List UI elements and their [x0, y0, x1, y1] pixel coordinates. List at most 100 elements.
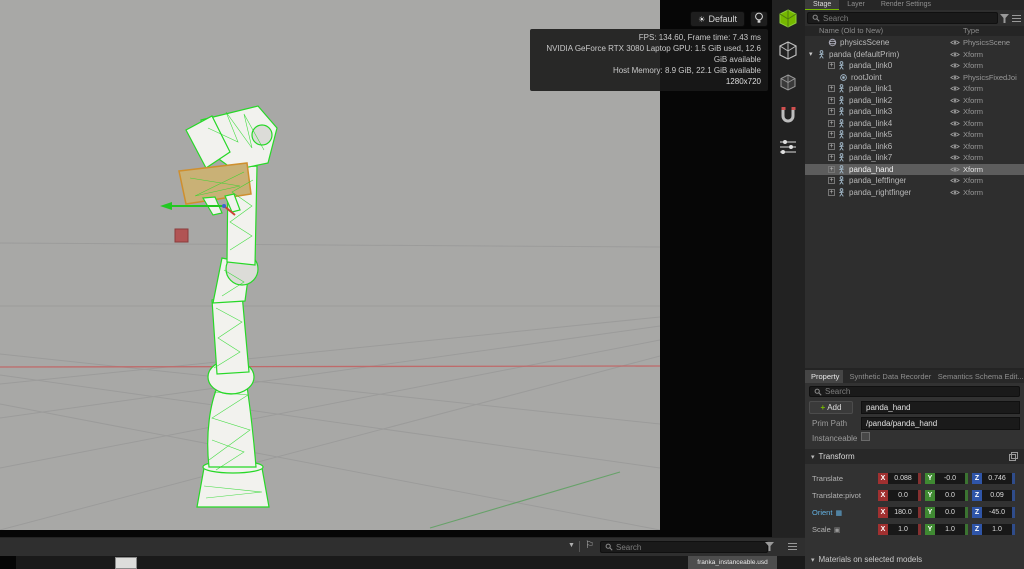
prim-name-label[interactable]: panda_rightfinger	[849, 188, 911, 197]
visibility-eye-icon[interactable]	[950, 143, 960, 150]
copy-properties-icon[interactable]	[1009, 452, 1018, 461]
expand-plus-icon[interactable]: +	[828, 62, 835, 70]
collapse-caret-icon[interactable]: ▾	[811, 557, 815, 564]
stage-tree-row[interactable]: + rootJoint PhysicsFixedJoi	[805, 72, 1024, 84]
column-name[interactable]: Name (Old to New)	[819, 26, 883, 36]
translate-y-value[interactable]: -0.0	[935, 473, 965, 484]
stage-filter-funnel-icon[interactable]	[1000, 14, 1009, 23]
visibility-eye-icon[interactable]	[950, 62, 960, 69]
snap-magnet-icon[interactable]	[777, 104, 799, 126]
column-type[interactable]: Type	[963, 26, 979, 36]
axis-y-handle[interactable]	[965, 524, 968, 535]
prim-name-label[interactable]: panda_link1	[849, 84, 892, 93]
isaac-cube-icon[interactable]	[777, 8, 799, 30]
expand-plus-icon[interactable]: +	[828, 165, 835, 173]
expand-plus-icon[interactable]: +	[828, 85, 835, 93]
visibility-eye-icon[interactable]	[950, 166, 960, 173]
expand-plus-icon[interactable]: +	[828, 154, 835, 162]
expand-plus-icon[interactable]: +	[828, 142, 835, 150]
caret-down-icon[interactable]: ▼	[568, 542, 575, 549]
content-search-field[interactable]	[616, 542, 746, 552]
visibility-eye-icon[interactable]	[950, 85, 960, 92]
visibility-eye-icon[interactable]	[950, 189, 960, 196]
prim-name-label[interactable]: physicsScene	[840, 38, 889, 47]
prim-name-label[interactable]: panda_link3	[849, 107, 892, 116]
prim-name-label[interactable]: panda_link6	[849, 142, 892, 151]
prim-name-field[interactable]	[861, 401, 1020, 414]
property-search-field[interactable]	[825, 387, 989, 396]
visibility-eye-icon[interactable]	[950, 108, 960, 115]
expand-plus-icon[interactable]: +	[828, 108, 835, 116]
prim-name-label[interactable]: panda_link4	[849, 119, 892, 128]
axis-x-handle[interactable]	[918, 524, 921, 535]
tab-synthetic-data-recorder[interactable]: Synthetic Data Recorder	[843, 370, 931, 383]
transform-section-header[interactable]: ▾ Transform	[805, 449, 1024, 464]
content-view-options-icon[interactable]	[788, 543, 797, 550]
mesh-cube-icon[interactable]	[777, 72, 799, 94]
tab-render-settings[interactable]: Render Settings	[873, 0, 939, 10]
stage-cube-icon[interactable]	[777, 40, 799, 62]
scale-y-value[interactable]: 1.0	[935, 524, 965, 535]
translate-pivot-y-value[interactable]: 0.0	[935, 490, 965, 501]
axis-y-handle[interactable]	[965, 490, 968, 501]
prim-path-field[interactable]	[861, 417, 1020, 430]
prim-name-label[interactable]: panda (defaultPrim)	[829, 50, 899, 59]
translate-pivot-z-value[interactable]: 0.09	[982, 490, 1012, 501]
stage-tree-row[interactable]: + panda_link0 Xform	[805, 60, 1024, 72]
axis-z-handle[interactable]	[1012, 490, 1015, 501]
expand-plus-icon[interactable]: +	[828, 131, 835, 139]
property-search-input[interactable]	[809, 386, 1020, 397]
expand-plus-icon[interactable]: +	[828, 96, 835, 104]
stage-tree-row[interactable]: + panda_link1 Xform	[805, 83, 1024, 95]
scale-z-value[interactable]: 1.0	[982, 524, 1012, 535]
axis-y-handle[interactable]	[965, 473, 968, 484]
tab-layer[interactable]: Layer	[839, 0, 873, 10]
stage-search-field[interactable]	[823, 13, 971, 23]
stage-tree-row[interactable]: + panda_link7 Xform	[805, 152, 1024, 164]
tab-stage[interactable]: Stage	[805, 0, 840, 10]
prim-name-label[interactable]: rootJoint	[851, 73, 882, 82]
axis-x-handle[interactable]	[918, 507, 921, 518]
axis-y-handle[interactable]	[965, 507, 968, 518]
orient-z-value[interactable]: -45.0	[982, 507, 1012, 518]
prim-name-label[interactable]: panda_link2	[849, 96, 892, 105]
prim-name-label[interactable]: panda_leftfinger	[849, 176, 906, 185]
viewport[interactable]: FPS: 134.60, Frame time: 7.43 ms NVIDIA …	[0, 0, 772, 537]
visibility-eye-icon[interactable]	[950, 120, 960, 127]
stage-options-menu-icon[interactable]	[1012, 15, 1021, 22]
prim-name-label[interactable]: panda_link7	[849, 153, 892, 162]
content-search-input[interactable]	[600, 541, 768, 553]
red-cube-prop[interactable]	[174, 228, 189, 243]
add-property-button[interactable]: + Add	[809, 401, 853, 414]
expand-plus-icon[interactable]: +	[828, 119, 835, 127]
collapse-caret-icon[interactable]: ▾	[811, 454, 815, 461]
visibility-eye-icon[interactable]	[950, 74, 960, 81]
translate-z-value[interactable]: 0.746	[982, 473, 1012, 484]
camera-menu-button[interactable]: ☀ Default	[690, 11, 745, 27]
visibility-eye-icon[interactable]	[950, 39, 960, 46]
axis-z-handle[interactable]	[1012, 524, 1015, 535]
lighting-menu-button[interactable]	[750, 11, 768, 27]
selected-file-label[interactable]: franka_instanceable.usd	[688, 556, 777, 569]
visibility-eye-icon[interactable]	[950, 51, 960, 58]
stage-tree-row[interactable]: + panda_rightfinger Xform	[805, 187, 1024, 199]
stage-tree-row[interactable]: + panda_link4 Xform	[805, 118, 1024, 130]
scale-x-value[interactable]: 1.0	[888, 524, 918, 535]
visibility-eye-icon[interactable]	[950, 177, 960, 184]
stage-tree-row[interactable]: + panda_leftfinger Xform	[805, 175, 1024, 187]
stage-tree-row[interactable]: + panda_link2 Xform	[805, 95, 1024, 107]
stage-tree-row[interactable]: + panda_hand Xform	[805, 163, 1024, 175]
visibility-eye-icon[interactable]	[950, 97, 960, 104]
flag-icon[interactable]: ⚐	[585, 540, 594, 551]
tab-property[interactable]: Property	[805, 370, 844, 383]
translate-gizmo[interactable]	[160, 202, 236, 216]
prim-name-label[interactable]: panda_hand	[849, 165, 894, 174]
materials-section-header[interactable]: ▾ Materials on selected models	[805, 553, 1024, 567]
axis-z-handle[interactable]	[1012, 473, 1015, 484]
translate-pivot-x-value[interactable]: 0.0	[888, 490, 918, 501]
file-thumbnail[interactable]	[0, 556, 16, 569]
file-thumbnail[interactable]	[115, 557, 137, 569]
axis-z-handle[interactable]	[1012, 507, 1015, 518]
visibility-eye-icon[interactable]	[950, 131, 960, 138]
stage-tree-row[interactable]: + panda_link5 Xform	[805, 129, 1024, 141]
